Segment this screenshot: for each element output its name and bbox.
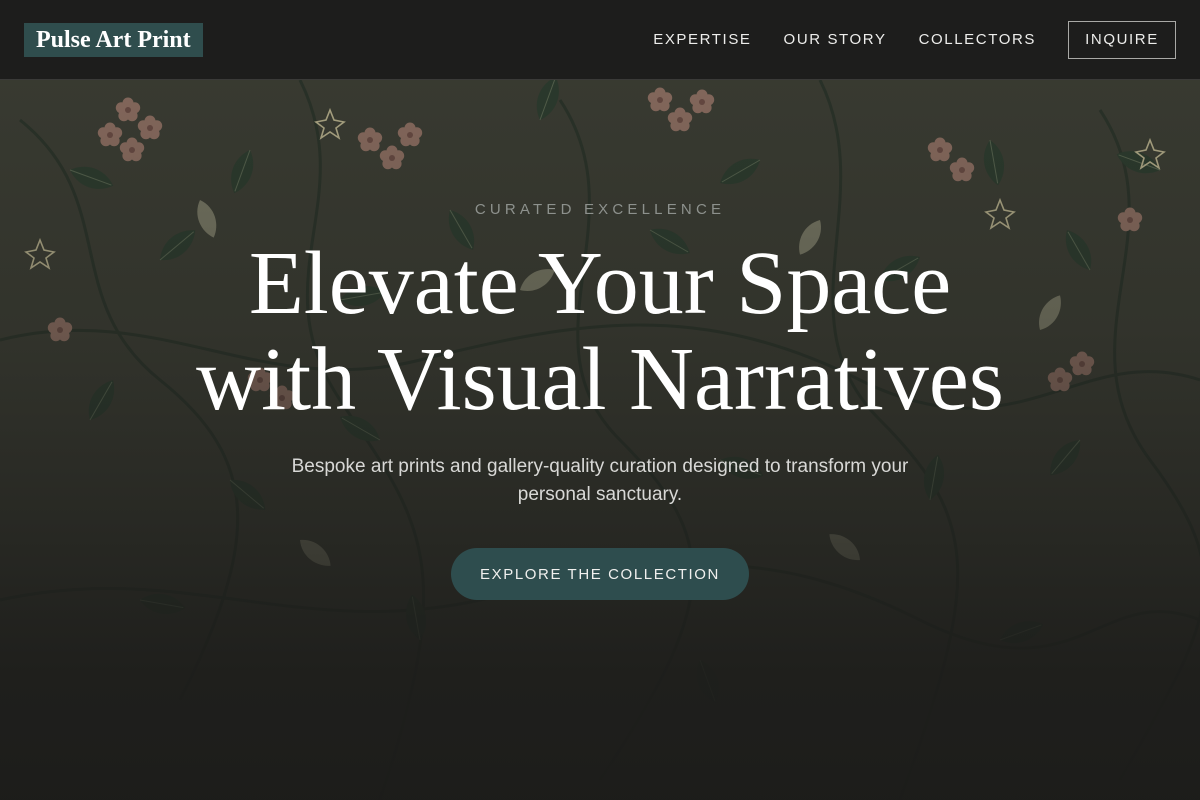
nav-link-collectors[interactable]: COLLECTORS <box>919 31 1036 48</box>
hero-eyebrow: CURATED EXCELLENCE <box>474 201 726 218</box>
hero-headline: Elevate Your Space with Visual Narrative… <box>0 236 1200 428</box>
inquire-button[interactable]: INQUIRE <box>1068 20 1176 59</box>
site-header: Pulse Art Print EXPERTISE OUR STORY COLL… <box>0 0 1200 80</box>
nav-link-expertise[interactable]: EXPERTISE <box>653 31 751 48</box>
hero-headline-line-1: Elevate Your Space <box>248 234 952 333</box>
hero-section: CURATED EXCELLENCE Elevate Your Space wi… <box>0 80 1200 800</box>
logo[interactable]: Pulse Art Print <box>24 22 203 57</box>
explore-collection-button[interactable]: EXPLORE THE COLLECTION <box>451 548 749 600</box>
main-nav: EXPERTISE OUR STORY COLLECTORS INQUIRE <box>653 20 1176 59</box>
nav-link-our-story[interactable]: OUR STORY <box>784 31 887 48</box>
hero-headline-line-2: with Visual Narratives <box>196 330 1004 429</box>
hero-subtitle: Bespoke art prints and gallery-quality c… <box>291 456 909 505</box>
